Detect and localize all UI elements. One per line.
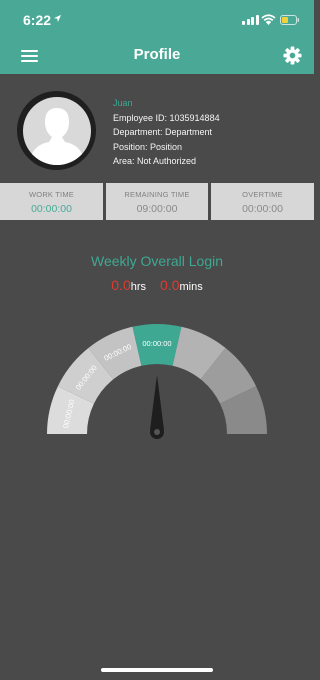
home-indicator: [101, 668, 213, 672]
gauge-segment-label: 00:00:00: [142, 339, 171, 348]
weekly-login-gauge: 00:00:0000:00:0000:00:00 00:00:00: [47, 324, 267, 439]
gauge-needle: [150, 375, 164, 430]
